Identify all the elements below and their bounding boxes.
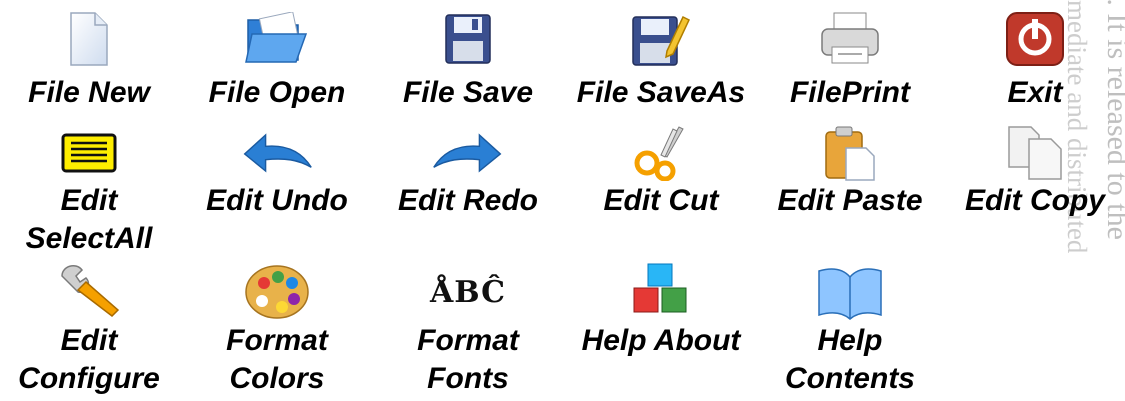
edit-paste-label: Edit Paste [777,184,923,217]
edit-configure-label: Edit Configure [18,324,160,395]
edit-cut-label: Edit Cut [603,184,719,217]
clipboard-icon [812,124,888,182]
edit-paste-item[interactable]: Edit Paste [765,124,935,220]
file-saveas-item[interactable]: File SaveAs [576,4,746,112]
file-print-item[interactable]: FilePrint [765,4,935,112]
edit-undo-item[interactable]: Edit Undo [192,124,362,220]
edit-undo-label: Edit Undo [206,184,348,217]
exit-item[interactable]: Exit [950,4,1120,112]
file-new-icon [51,4,127,74]
format-fonts-item[interactable]: ÅBĈ Format Fonts [383,262,553,398]
edit-configure-item[interactable]: Edit Configure [4,262,174,398]
fonts-icon: ÅBĈ [430,262,506,322]
redo-arrow-icon [430,124,506,182]
file-new-item[interactable]: File New [4,4,174,112]
file-save-item[interactable]: File Save [383,4,553,112]
file-saveas-label: File SaveAs [576,76,746,109]
file-open-icon [239,4,315,74]
file-open-item[interactable]: File Open [192,4,362,112]
file-save-icon [430,4,506,74]
copy-icon [997,124,1073,182]
format-fonts-label: Format Fonts [417,324,519,395]
blocks-icon [623,262,699,322]
file-new-label: File New [28,76,150,109]
fonts-glyph: ÅBĈ [429,274,507,310]
palette-icon [239,262,315,322]
power-icon [997,4,1073,74]
scissors-icon [623,124,699,182]
edit-cut-item[interactable]: Edit Cut [576,124,746,220]
open-book-icon [812,262,888,322]
printer-icon [812,4,888,74]
help-contents-item[interactable]: Help Contents [765,262,935,398]
edit-redo-item[interactable]: Edit Redo [383,124,553,220]
help-about-item[interactable]: Help About [576,262,746,360]
file-saveas-icon [623,4,699,74]
help-contents-label: Help Contents [785,324,915,395]
format-colors-label: Format Colors [226,324,328,395]
help-about-label: Help About [581,324,741,357]
undo-arrow-icon [239,124,315,182]
file-print-label: FilePrint [789,76,910,109]
edit-selectall-label: Edit SelectAll [25,184,153,255]
edit-selectall-item[interactable]: Edit SelectAll [4,124,174,258]
exit-label: Exit [1007,76,1063,109]
edit-redo-label: Edit Redo [398,184,538,217]
file-save-label: File Save [402,76,534,109]
edit-copy-item[interactable]: Edit Copy [950,124,1120,220]
wrench-icon [51,262,127,322]
file-open-label: File Open [208,76,346,109]
edit-copy-label: Edit Copy [965,184,1105,217]
format-colors-item[interactable]: Format Colors [192,262,362,398]
select-all-icon [51,124,127,182]
